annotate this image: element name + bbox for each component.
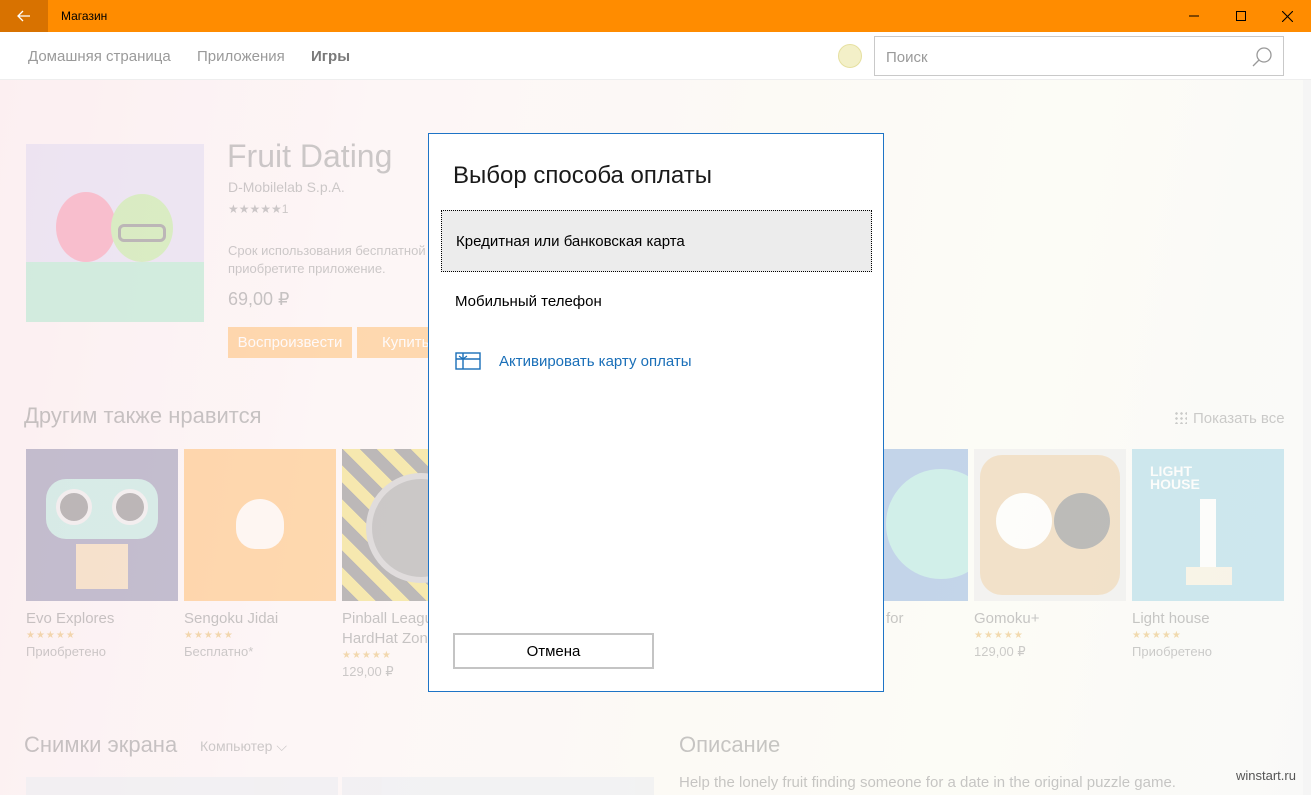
search-placeholder: Поиск bbox=[886, 49, 928, 66]
option-label: Активировать карту оплаты bbox=[499, 352, 692, 370]
option-activate-card[interactable]: Активировать карту оплаты bbox=[441, 330, 872, 392]
back-button[interactable] bbox=[0, 0, 48, 32]
option-label: Кредитная или банковская карта bbox=[456, 232, 685, 250]
minimize-button[interactable] bbox=[1171, 0, 1217, 32]
title-bar: Магазин bbox=[0, 0, 1311, 32]
option-mobile-phone[interactable]: Мобильный телефон bbox=[441, 270, 872, 332]
nav-home[interactable]: Домашняя страница bbox=[28, 48, 171, 65]
window-title: Магазин bbox=[61, 9, 108, 23]
back-arrow-icon bbox=[17, 10, 30, 22]
option-label: Мобильный телефон bbox=[455, 292, 602, 310]
nav-games[interactable]: Игры bbox=[311, 48, 350, 65]
dialog-title: Выбор способа оплаты bbox=[453, 162, 712, 189]
nav-bar: Домашняя страница Приложения Игры Поиск bbox=[0, 32, 1311, 80]
avatar[interactable] bbox=[838, 44, 862, 68]
option-credit-card[interactable]: Кредитная или банковская карта bbox=[441, 210, 872, 272]
maximize-icon bbox=[1236, 11, 1246, 21]
scrollbar[interactable] bbox=[1303, 80, 1311, 795]
gift-card-icon bbox=[455, 352, 481, 370]
search-input[interactable]: Поиск bbox=[874, 36, 1284, 76]
payment-method-dialog: Выбор способа оплаты Кредитная или банко… bbox=[428, 133, 884, 692]
close-button[interactable] bbox=[1264, 0, 1310, 32]
maximize-button[interactable] bbox=[1218, 0, 1264, 32]
nav-apps[interactable]: Приложения bbox=[197, 48, 285, 65]
close-icon bbox=[1281, 10, 1293, 22]
cancel-button[interactable]: Отмена bbox=[453, 633, 654, 669]
search-icon[interactable] bbox=[1251, 46, 1273, 68]
minimize-icon bbox=[1189, 15, 1199, 17]
watermark: winstart.ru bbox=[1236, 768, 1296, 783]
